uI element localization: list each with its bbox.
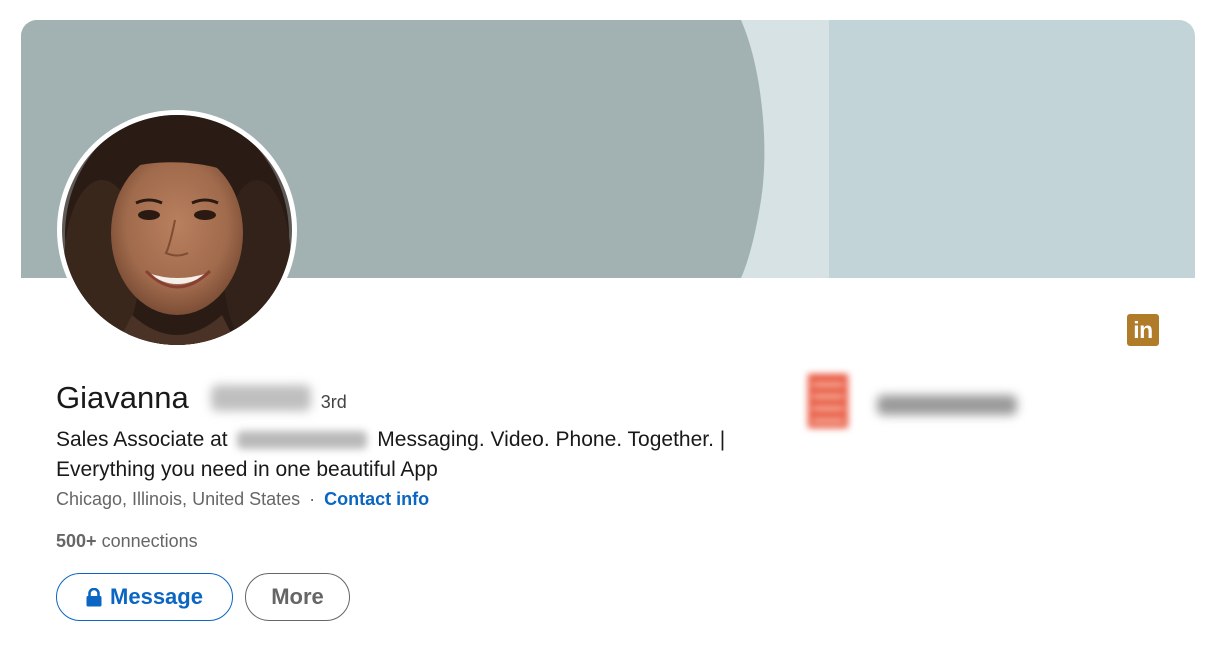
more-button[interactable]: More [245, 573, 350, 621]
company-logo[interactable] [804, 370, 856, 432]
more-button-label: More [271, 584, 324, 609]
connections-count: 500+ [56, 531, 97, 551]
profile-location: Chicago, Illinois, United States [56, 489, 301, 509]
headline-prefix: Sales Associate at [56, 428, 228, 451]
location-separator: · [309, 489, 316, 509]
profile-headline: Sales Associate at Messaging. Video. Pho… [56, 425, 736, 485]
lock-icon [86, 587, 102, 606]
redacted-company [237, 431, 368, 450]
connections-label: connections [101, 531, 198, 551]
redacted-company-name[interactable] [877, 395, 1017, 415]
profile-connections[interactable]: 500+ connections [56, 531, 198, 552]
profile-card: in Giavanna 3rd Sales Associate at Messa… [21, 20, 1195, 630]
profile-avatar[interactable] [57, 110, 297, 350]
message-button-label: Message [110, 584, 203, 609]
message-button[interactable]: Message [56, 573, 233, 621]
connection-degree: 3rd [320, 392, 347, 412]
profile-name-row: Giavanna 3rd [56, 380, 347, 416]
contact-info-link[interactable]: Contact info [324, 489, 429, 509]
profile-location-row: Chicago, Illinois, United States · Conta… [56, 489, 429, 510]
profile-first-name: Giavanna [56, 380, 189, 415]
linkedin-icon[interactable]: in [1127, 314, 1159, 346]
redacted-surname [210, 385, 311, 411]
